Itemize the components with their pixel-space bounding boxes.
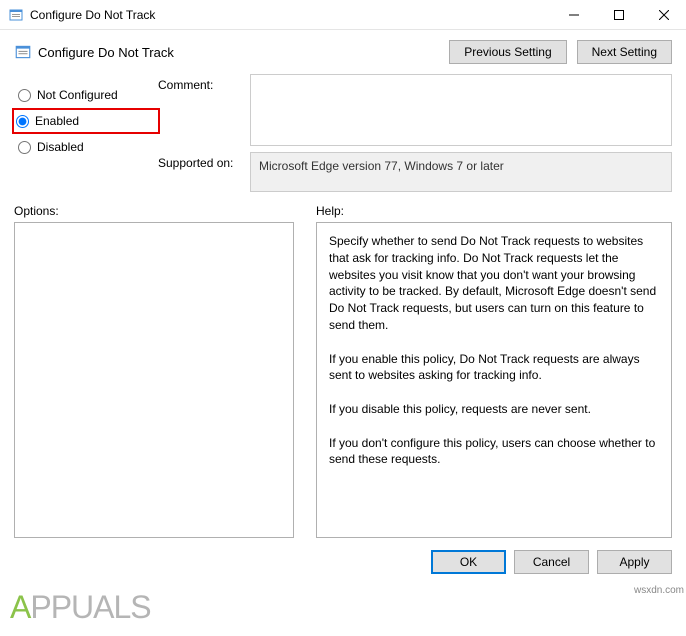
- radio-not-configured-input[interactable]: [18, 89, 31, 102]
- header-row: Configure Do Not Track Previous Setting …: [0, 30, 686, 70]
- radio-not-configured-label: Not Configured: [37, 88, 118, 102]
- watermark-a: A: [10, 589, 30, 625]
- pane-labels: Options: Help:: [0, 196, 686, 222]
- help-label: Help:: [316, 204, 344, 218]
- source-text: wsxdn.com: [634, 585, 684, 596]
- next-setting-button[interactable]: Next Setting: [577, 40, 672, 64]
- options-pane: [14, 222, 294, 538]
- minimize-button[interactable]: [551, 0, 596, 29]
- radio-enabled-label: Enabled: [35, 114, 79, 128]
- comment-label: Comment:: [158, 74, 246, 92]
- titlebar: Configure Do Not Track: [0, 0, 686, 30]
- radio-disabled[interactable]: Disabled: [14, 134, 158, 160]
- close-button[interactable]: [641, 0, 686, 29]
- options-label: Options:: [14, 204, 316, 218]
- previous-setting-button[interactable]: Previous Setting: [449, 40, 566, 64]
- radio-disabled-input[interactable]: [18, 141, 31, 154]
- apply-button[interactable]: Apply: [597, 550, 672, 574]
- app-icon: [8, 7, 24, 23]
- radio-enabled[interactable]: Enabled: [12, 108, 160, 134]
- comment-input[interactable]: [250, 74, 672, 146]
- watermark: APPUALS: [10, 589, 151, 626]
- window-title: Configure Do Not Track: [30, 8, 551, 22]
- footer: OK Cancel Apply: [0, 538, 686, 586]
- radio-disabled-label: Disabled: [37, 140, 84, 154]
- radio-enabled-input[interactable]: [16, 115, 29, 128]
- window-controls: [551, 0, 686, 29]
- watermark-rest: PPUALS: [30, 589, 150, 625]
- panes-row: Specify whether to send Do Not Track req…: [0, 222, 686, 538]
- maximize-button[interactable]: [596, 0, 641, 29]
- page-title: Configure Do Not Track: [38, 45, 449, 60]
- radio-not-configured[interactable]: Not Configured: [14, 82, 158, 108]
- config-row: Not Configured Enabled Disabled Comment:…: [0, 70, 686, 196]
- help-pane: Specify whether to send Do Not Track req…: [316, 222, 672, 538]
- supported-label: Supported on:: [158, 152, 246, 170]
- radio-group: Not Configured Enabled Disabled: [14, 74, 158, 160]
- policy-icon: [14, 43, 32, 61]
- supported-on-text: Microsoft Edge version 77, Windows 7 or …: [250, 152, 672, 192]
- ok-button[interactable]: OK: [431, 550, 506, 574]
- cancel-button[interactable]: Cancel: [514, 550, 589, 574]
